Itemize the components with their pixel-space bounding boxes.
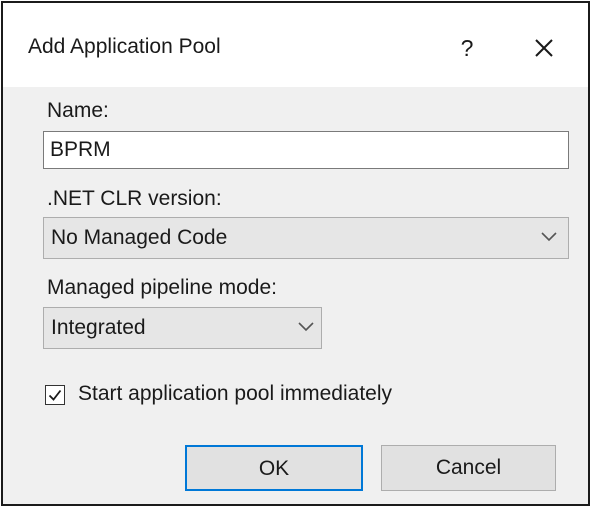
- name-label: Name:: [47, 99, 109, 122]
- start-immediately-label[interactable]: Start application pool immediately: [78, 382, 392, 406]
- pipeline-mode-select[interactable]: Integrated: [43, 307, 322, 349]
- dialog-title: Add Application Pool: [28, 35, 221, 58]
- chevron-down-icon: [541, 232, 557, 242]
- pipeline-mode-label: Managed pipeline mode:: [47, 276, 277, 299]
- checkmark-icon: [48, 389, 62, 401]
- close-icon: [535, 39, 553, 57]
- cancel-button[interactable]: Cancel: [381, 445, 556, 491]
- clr-version-label: .NET CLR version:: [47, 187, 222, 210]
- chevron-down-icon: [298, 322, 314, 332]
- help-button[interactable]: ?: [449, 30, 485, 66]
- title-bar: Add Application Pool ?: [3, 3, 588, 87]
- add-application-pool-dialog: Add Application Pool ? Name: BPRM .NET C…: [1, 1, 590, 506]
- name-input[interactable]: BPRM: [43, 131, 569, 169]
- ok-button[interactable]: OK: [185, 445, 363, 491]
- close-button[interactable]: [525, 29, 563, 67]
- clr-version-select[interactable]: No Managed Code: [43, 217, 569, 259]
- start-immediately-checkbox[interactable]: [45, 385, 65, 405]
- clr-version-value: No Managed Code: [51, 226, 228, 249]
- pipeline-mode-value: Integrated: [51, 316, 146, 339]
